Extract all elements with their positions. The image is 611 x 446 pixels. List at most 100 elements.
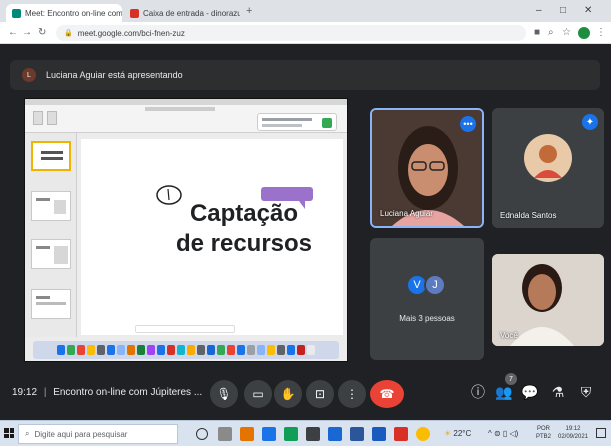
dock-app-icon bbox=[237, 345, 245, 355]
taskbar-app-icon[interactable] bbox=[262, 427, 276, 441]
dock-app-icon bbox=[267, 345, 275, 355]
url-text: meet.google.com/bci-fnen-zuz bbox=[77, 28, 185, 38]
hand-icon: ✋ bbox=[280, 387, 296, 401]
screen-share-notice bbox=[135, 325, 235, 333]
language-indicator[interactable]: POR PTB2 bbox=[536, 425, 551, 441]
people-icon: 👥 bbox=[495, 383, 513, 400]
slide-canvas: Captação de recursos bbox=[81, 139, 343, 335]
presenter-avatar: L bbox=[22, 68, 36, 82]
meeting-details-button[interactable]: ⓘ bbox=[468, 382, 488, 402]
slide-thumbnail bbox=[31, 141, 71, 171]
info-icon: ⓘ bbox=[471, 384, 485, 400]
tab-gmail[interactable]: Caixa de entrada - dinorazuzan ✕ bbox=[124, 4, 240, 22]
notifications-icon[interactable] bbox=[596, 428, 606, 438]
notification-popup bbox=[257, 113, 337, 131]
chrome-icon[interactable] bbox=[416, 427, 430, 441]
profile-avatar[interactable] bbox=[578, 27, 590, 39]
lock-icon: 🔒 bbox=[64, 30, 73, 37]
chat-button[interactable]: 💬 bbox=[520, 382, 540, 402]
participant-avatar: J bbox=[424, 274, 446, 296]
participant-avatar bbox=[524, 134, 572, 182]
address-bar[interactable]: 🔒 meet.google.com/bci-fnen-zuz bbox=[56, 25, 526, 41]
reload-icon[interactable]: ↻ bbox=[38, 27, 46, 39]
bookmark-star-icon[interactable]: ☆ bbox=[562, 27, 571, 39]
participant-count-badge: 7 bbox=[505, 373, 517, 385]
mic-icon: 🎙 bbox=[216, 387, 232, 401]
search-icon: ⌕ bbox=[25, 429, 30, 438]
taskbar-app-icon[interactable] bbox=[240, 427, 254, 441]
dock-app-icon bbox=[137, 345, 145, 355]
document-title bbox=[145, 107, 215, 111]
taskbar-app-icon[interactable] bbox=[372, 427, 386, 441]
present-screen-icon: ⊡ bbox=[314, 387, 326, 401]
dock-app-icon bbox=[297, 345, 305, 355]
raise-hand-button[interactable]: ✋ bbox=[274, 380, 302, 408]
more-options-icon[interactable]: ••• bbox=[460, 116, 476, 132]
pin-icon[interactable]: ✦ bbox=[582, 114, 598, 130]
taskbar-app-icon[interactable] bbox=[328, 427, 342, 441]
menu-dots-icon[interactable]: ⋮ bbox=[596, 27, 606, 39]
task-view-icon[interactable] bbox=[218, 427, 232, 441]
mac-dock bbox=[33, 341, 339, 359]
tray-icons[interactable]: ^ ⊜ ▯ ◁) bbox=[488, 429, 518, 438]
dock-app-icon bbox=[257, 345, 265, 355]
more-options-button[interactable]: ⋮ bbox=[338, 380, 366, 408]
chat-icon: 💬 bbox=[521, 383, 539, 400]
participant-name: Você bbox=[500, 331, 518, 340]
participant-tile-self[interactable]: Você bbox=[492, 254, 604, 346]
dock-app-icon bbox=[247, 345, 255, 355]
tab-label: Caixa de entrada - dinorazuzan bbox=[143, 8, 240, 18]
dock-app-icon bbox=[207, 345, 215, 355]
participant-tile-luciana[interactable]: ••• Luciana Aguiar bbox=[370, 108, 484, 228]
close-window-button[interactable]: ✕ bbox=[584, 5, 592, 16]
clock-time: 19:12 bbox=[565, 426, 581, 432]
meet-favicon-icon bbox=[12, 8, 21, 18]
taskbar-app-icon[interactable] bbox=[284, 427, 298, 441]
dock-app-icon bbox=[87, 345, 95, 355]
cortana-icon[interactable] bbox=[196, 428, 208, 440]
host-controls-button[interactable]: ⛨ bbox=[576, 382, 596, 402]
app-toolbar bbox=[25, 105, 347, 133]
new-tab-button[interactable]: + bbox=[246, 5, 252, 17]
more-vert-icon: ⋮ bbox=[346, 387, 358, 401]
back-icon[interactable]: ← bbox=[8, 27, 18, 39]
dock-app-icon bbox=[227, 345, 235, 355]
taskbar-app-icon[interactable] bbox=[350, 427, 364, 441]
presenter-banner-text: Luciana Aguiar está apresentando bbox=[46, 70, 183, 80]
shared-screen: Captação de recursos bbox=[24, 98, 348, 362]
slide-thumbnail bbox=[31, 191, 71, 221]
weather-temperature: ☀ 22°C bbox=[444, 429, 472, 438]
maximize-button[interactable]: □ bbox=[560, 5, 566, 16]
people-button[interactable]: 👥 bbox=[494, 382, 514, 402]
tab-meet[interactable]: Meet: Encontro on-line com ✕ bbox=[6, 4, 122, 22]
meeting-info: 19:12 | Encontro on-line com Júpiteres .… bbox=[12, 387, 202, 398]
taskbar-app-icon[interactable] bbox=[306, 427, 320, 441]
participant-tile-ednalda[interactable]: ✦ Ednalda Santos bbox=[492, 108, 604, 228]
slide-thumbnail bbox=[31, 239, 71, 269]
clock[interactable]: 19:12 02/09/2021 bbox=[556, 425, 590, 441]
camera-indicator-icon[interactable]: ■ bbox=[534, 27, 540, 39]
trash-icon bbox=[307, 345, 315, 355]
camera-icon: ▭ bbox=[252, 387, 264, 401]
mic-button[interactable]: 🎙 bbox=[210, 380, 238, 408]
forward-icon[interactable]: → bbox=[22, 27, 32, 39]
present-button[interactable]: ⊡ bbox=[306, 380, 334, 408]
dock-app-icon bbox=[147, 345, 155, 355]
participant-name: Ednalda Santos bbox=[500, 211, 557, 220]
weather-icon: ☀ bbox=[444, 429, 452, 438]
dock-app-icon bbox=[287, 345, 295, 355]
participant-tile-others[interactable]: V J Mais 3 pessoas bbox=[370, 238, 484, 360]
end-call-button[interactable]: ☎ bbox=[370, 380, 404, 408]
dock-app-icon bbox=[197, 345, 205, 355]
windows-start-icon[interactable] bbox=[4, 428, 14, 438]
taskbar-search-box[interactable]: ⌕ Digite aqui para pesquisar bbox=[18, 424, 178, 444]
zoom-icon[interactable]: ⌕ bbox=[548, 27, 554, 39]
camera-button[interactable]: ▭ bbox=[244, 380, 272, 408]
minimize-button[interactable]: – bbox=[536, 5, 542, 16]
taskbar-app-icon[interactable] bbox=[394, 427, 408, 441]
activities-button[interactable]: ⚗ bbox=[548, 382, 568, 402]
dock-app-icon bbox=[117, 345, 125, 355]
dock-app-icon bbox=[217, 345, 225, 355]
participant-name: Luciana Aguiar bbox=[380, 209, 433, 218]
shield-icon: ⛨ bbox=[580, 383, 592, 400]
